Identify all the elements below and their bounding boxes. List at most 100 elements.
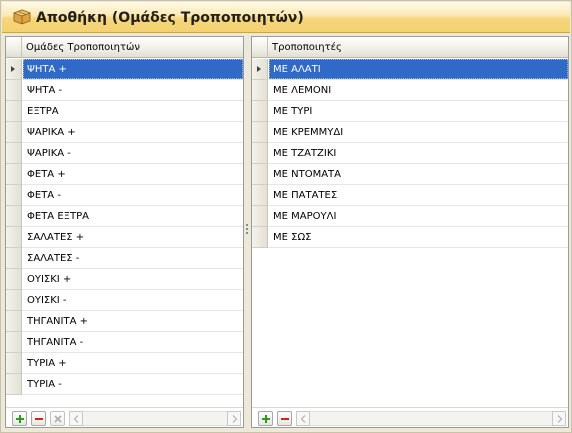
row-indicator[interactable] xyxy=(6,332,22,353)
row-indicator[interactable] xyxy=(6,248,22,269)
row-cell[interactable]: ΜΕ ΚΡΕΜΜΥΔΙ xyxy=(269,122,568,142)
add-group-button[interactable] xyxy=(12,411,27,426)
grid-header: Τροποποιητές xyxy=(252,37,568,58)
row-cell[interactable]: ΜΕ ΜΑΡΟΥΛΙ xyxy=(269,206,568,226)
table-row[interactable]: ΦΕΤΑ - xyxy=(6,185,243,206)
panel-splitter[interactable] xyxy=(245,36,250,428)
row-cell[interactable]: ΜΕ ΛΕΜΟΝΙ xyxy=(269,80,568,100)
table-row[interactable]: ΜΕ ΣΩΣ xyxy=(252,227,568,248)
modifier-groups-window: Αποθήκη (Ομάδες Τροποποιητών) Ομάδες Τρο… xyxy=(0,0,572,433)
table-row[interactable]: ΟΥΙΣΚΙ - xyxy=(6,290,243,311)
row-cell[interactable]: ΜΕ ΤΖΑΤΖΙΚΙ xyxy=(269,143,568,163)
row-indicator[interactable] xyxy=(6,374,22,395)
row-indicator[interactable] xyxy=(252,101,268,122)
table-row[interactable]: ΜΕ ΛΕΜΟΝΙ xyxy=(252,80,568,101)
row-cell[interactable]: ΨΑΡΙΚΑ - xyxy=(23,143,243,163)
row-indicator[interactable] xyxy=(6,101,22,122)
row-indicator[interactable] xyxy=(252,80,268,101)
row-cell[interactable]: ΤΥΡΙΑ + xyxy=(23,353,243,373)
current-row-arrow-icon xyxy=(257,66,261,72)
row-cell[interactable]: ΨΗΤΑ + xyxy=(23,59,243,79)
row-cell[interactable]: ΜΕ ΠΑΤΑΤΕΣ xyxy=(269,185,568,205)
row-indicator[interactable] xyxy=(6,290,22,311)
row-indicator[interactable] xyxy=(252,122,268,143)
table-row[interactable]: ΨΑΡΙΚΑ + xyxy=(6,122,243,143)
row-cell[interactable]: ΤΗΓΑΝΙΤΑ + xyxy=(23,311,243,331)
row-cell[interactable]: ΦΕΤΑ ΕΞΤΡΑ xyxy=(23,206,243,226)
column-header-modifiers[interactable]: Τροποποιητές xyxy=(272,42,342,53)
row-indicator[interactable] xyxy=(6,122,22,143)
table-row[interactable]: ΜΕ ΤΖΑΤΖΙΚΙ xyxy=(252,143,568,164)
table-row[interactable]: ΨΗΤΑ + xyxy=(6,59,243,80)
table-row[interactable]: ΟΥΙΣΚΙ + xyxy=(6,269,243,290)
row-cell[interactable]: ΕΞΤΡΑ xyxy=(23,101,243,121)
row-indicator[interactable] xyxy=(252,59,268,80)
modifiers-grid: Τροποποιητές ΜΕ ΑΛΑΤΙ ΜΕ ΛΕΜΟΝΙ ΜΕ ΤΥΡΙ ΜΕ … xyxy=(251,36,569,428)
row-cell[interactable]: ΤΗΓΑΝΙΤΑ - xyxy=(23,332,243,352)
row-indicator[interactable] xyxy=(252,227,268,248)
package-box-icon xyxy=(13,9,31,25)
row-cell[interactable]: ΨΗΤΑ - xyxy=(23,80,243,100)
scroll-right-button[interactable] xyxy=(552,411,566,426)
row-cell[interactable]: ΦΕΤΑ + xyxy=(23,164,243,184)
table-row[interactable]: ΜΕ ΠΑΤΑΤΕΣ xyxy=(252,185,568,206)
horizontal-scrollbar[interactable] xyxy=(83,411,227,426)
add-icon xyxy=(16,415,24,423)
row-cell[interactable]: ΣΑΛΑΤΕΣ + xyxy=(23,227,243,247)
add-modifier-button[interactable] xyxy=(258,411,273,426)
table-row[interactable]: ΤΗΓΑΝΙΤΑ + xyxy=(6,311,243,332)
row-indicator[interactable] xyxy=(6,185,22,206)
row-indicator[interactable] xyxy=(252,185,268,206)
row-indicator[interactable] xyxy=(252,143,268,164)
row-indicator[interactable] xyxy=(6,227,22,248)
row-indicator[interactable] xyxy=(6,311,22,332)
row-indicator[interactable] xyxy=(252,206,268,227)
table-row[interactable]: ΨΑΡΙΚΑ - xyxy=(6,143,243,164)
row-indicator[interactable] xyxy=(6,59,22,80)
row-cell[interactable]: ΤΥΡΙΑ - xyxy=(23,374,243,394)
table-row[interactable]: ΜΕ ΚΡΕΜΜΥΔΙ xyxy=(252,122,568,143)
table-row[interactable]: ΨΗΤΑ - xyxy=(6,80,243,101)
remove-group-button[interactable] xyxy=(31,411,46,426)
table-row[interactable]: ΤΥΡΙΑ + xyxy=(6,353,243,374)
table-row[interactable]: ΜΕ ΝΤΟΜΑΤΑ xyxy=(252,164,568,185)
row-cell[interactable]: ΨΑΡΙΚΑ + xyxy=(23,122,243,142)
clear-icon xyxy=(54,415,62,423)
row-indicator[interactable] xyxy=(6,143,22,164)
row-cell[interactable]: ΟΥΙΣΚΙ - xyxy=(23,290,243,310)
row-indicator[interactable] xyxy=(6,206,22,227)
table-row[interactable]: ΣΑΛΑΤΕΣ - xyxy=(6,248,243,269)
row-cell[interactable]: ΜΕ ΑΛΑΤΙ xyxy=(269,59,568,79)
table-row[interactable]: ΜΕ ΤΥΡΙ xyxy=(252,101,568,122)
table-row[interactable]: ΤΗΓΑΝΙΤΑ - xyxy=(6,332,243,353)
table-row[interactable]: ΣΑΛΑΤΕΣ + xyxy=(6,227,243,248)
row-cell[interactable]: ΜΕ ΤΥΡΙ xyxy=(269,101,568,121)
row-cell[interactable]: ΣΑΛΑΤΕΣ - xyxy=(23,248,243,268)
horizontal-scrollbar[interactable] xyxy=(310,411,552,426)
modifiers-rows: ΜΕ ΑΛΑΤΙ ΜΕ ΛΕΜΟΝΙ ΜΕ ΤΥΡΙ ΜΕ ΚΡΕΜΜΥΔΙ ΜΕ ΤΖ… xyxy=(252,59,568,248)
row-cell[interactable]: ΟΥΙΣΚΙ + xyxy=(23,269,243,289)
scroll-right-button[interactable] xyxy=(227,411,241,426)
chevron-left-icon xyxy=(73,415,79,423)
column-header-modifier-groups[interactable]: Ομάδες Τροποποιητών xyxy=(26,42,140,53)
scroll-left-button[interactable] xyxy=(296,411,310,426)
table-row[interactable]: ΤΥΡΙΑ - xyxy=(6,374,243,395)
row-indicator[interactable] xyxy=(6,164,22,185)
window-titlebar: Αποθήκη (Ομάδες Τροποποιητών) xyxy=(2,2,570,33)
row-indicator[interactable] xyxy=(252,164,268,185)
table-row[interactable]: ΕΞΤΡΑ xyxy=(6,101,243,122)
scroll-left-button[interactable] xyxy=(69,411,83,426)
row-cell[interactable]: ΜΕ ΝΤΟΜΑΤΑ xyxy=(269,164,568,184)
row-cell[interactable]: ΜΕ ΣΩΣ xyxy=(269,227,568,247)
clear-button[interactable] xyxy=(50,411,65,426)
table-row[interactable]: ΦΕΤΑ ΕΞΤΡΑ xyxy=(6,206,243,227)
chevron-right-icon xyxy=(232,415,238,423)
row-indicator[interactable] xyxy=(6,269,22,290)
table-row[interactable]: ΜΕ ΑΛΑΤΙ xyxy=(252,59,568,80)
table-row[interactable]: ΜΕ ΜΑΡΟΥΛΙ xyxy=(252,206,568,227)
table-row[interactable]: ΦΕΤΑ + xyxy=(6,164,243,185)
row-cell[interactable]: ΦΕΤΑ - xyxy=(23,185,243,205)
remove-modifier-button[interactable] xyxy=(277,411,292,426)
row-indicator[interactable] xyxy=(6,353,22,374)
row-indicator[interactable] xyxy=(6,80,22,101)
